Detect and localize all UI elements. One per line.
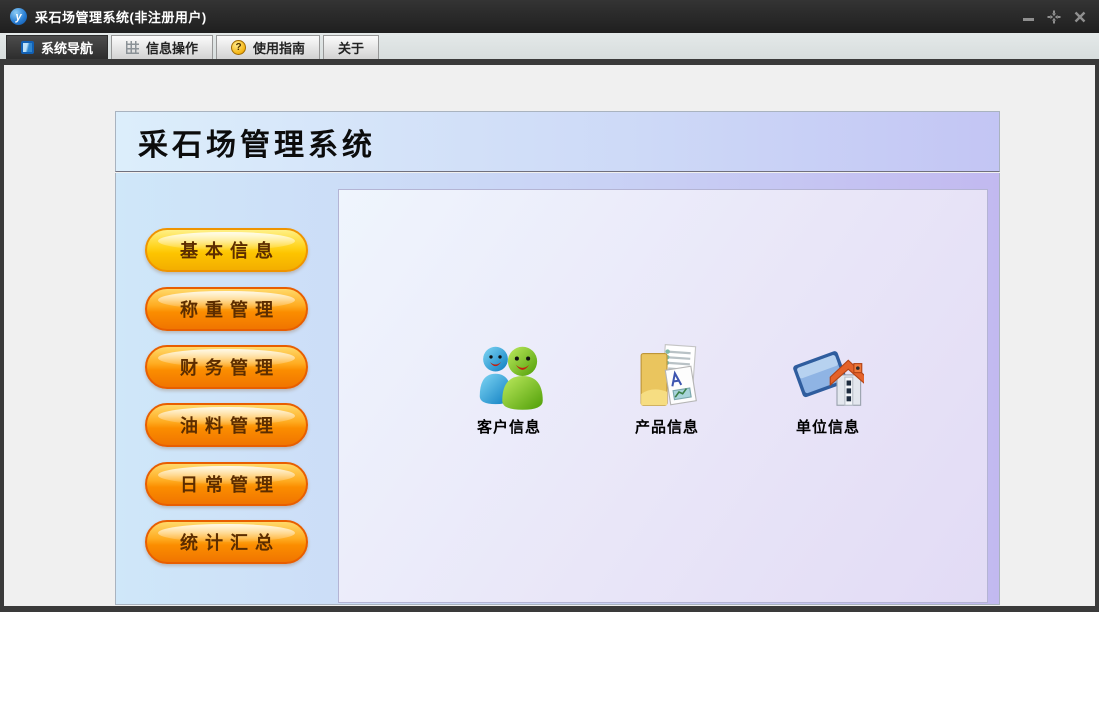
restore-icon: [1047, 10, 1061, 23]
window-controls: [1021, 10, 1087, 24]
window-body: 采石场管理系统 基本信息 称重管理 财务管理 油料管理 日常管理 统计汇总 客户…: [0, 65, 1099, 606]
tab-user-guide[interactable]: ? 使用指南: [216, 35, 321, 59]
shortcut-panel: 客户信息 产品信息 单位信息: [338, 189, 988, 603]
shortcut-product-info[interactable]: 产品信息: [612, 340, 722, 437]
restore-button[interactable]: [1047, 10, 1061, 24]
content-area: 基本信息 称重管理 财务管理 油料管理 日常管理 统计汇总 客户信息 产品信息 …: [115, 173, 1000, 605]
tab-label: 使用指南: [253, 41, 306, 56]
help-coin-icon: ?: [231, 40, 247, 55]
app-window: y 采石场管理系统(非注册用户) 系统导航 信息操作 ? 使用指南 关于 采石场…: [0, 0, 1099, 618]
organization-building-icon: [793, 351, 864, 406]
tab-label: 信息操作: [146, 41, 199, 56]
minimize-icon: [1022, 18, 1034, 21]
tab-label: 系统导航: [41, 41, 94, 56]
nav-button-daily-mgmt[interactable]: 日常管理: [145, 462, 308, 506]
shortcut-label: 单位信息: [795, 419, 860, 436]
blue-square-icon: [21, 41, 34, 54]
app-logo-icon: y: [10, 8, 27, 25]
window-title: 采石场管理系统(非注册用户): [35, 10, 207, 25]
customers-icon: [479, 346, 543, 410]
grid-icon: [126, 41, 140, 54]
shortcut-customer-info[interactable]: 客户信息: [454, 340, 564, 437]
main-panel: 采石场管理系统 基本信息 称重管理 财务管理 油料管理 日常管理 统计汇总 客户…: [115, 111, 1000, 605]
shortcut-label: 产品信息: [634, 419, 699, 436]
tab-info-operations[interactable]: 信息操作: [111, 35, 214, 59]
nav-button-fuel-mgmt[interactable]: 油料管理: [145, 403, 308, 447]
banner: 采石场管理系统: [115, 111, 1000, 172]
window-bottom-frame: [0, 606, 1099, 612]
shortcut-unit-info[interactable]: 单位信息: [773, 340, 883, 437]
close-icon: [1074, 11, 1086, 22]
tab-system-navigation[interactable]: 系统导航: [6, 35, 109, 59]
close-button[interactable]: [1073, 10, 1087, 24]
tab-about[interactable]: 关于: [323, 35, 380, 59]
nav-button-basic-info[interactable]: 基本信息: [145, 228, 308, 272]
page-title: 采石场管理系统: [138, 128, 376, 162]
nav-button-statistics[interactable]: 统计汇总: [145, 520, 308, 564]
titlebar: y 采石场管理系统(非注册用户): [0, 0, 1099, 33]
products-folder-icon: [640, 344, 697, 406]
minimize-button[interactable]: [1021, 10, 1035, 24]
tab-label: 关于: [338, 41, 365, 56]
nav-button-finance-mgmt[interactable]: 财务管理: [145, 345, 308, 389]
shortcut-label: 客户信息: [476, 419, 541, 436]
tab-bar: 系统导航 信息操作 ? 使用指南 关于: [0, 33, 1099, 65]
nav-button-weighing-mgmt[interactable]: 称重管理: [145, 287, 308, 331]
